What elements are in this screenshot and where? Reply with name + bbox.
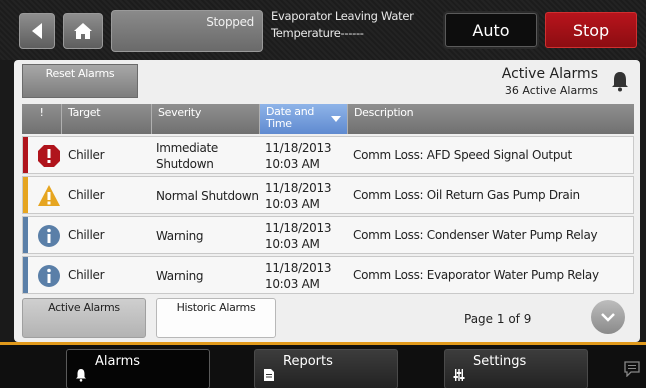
- severity-stripe: [23, 137, 28, 173]
- nav-alarms-label: Alarms: [95, 354, 141, 369]
- row-date: 11/18/2013: [265, 261, 332, 275]
- home-button[interactable]: [63, 13, 103, 49]
- row-description: Comm Loss: Condenser Water Pump Relay: [353, 228, 598, 242]
- table-row[interactable]: Chiller Immediate Shutdown 11/18/2013 10:…: [22, 136, 634, 174]
- tab-historic-alarms[interactable]: Historic Alarms: [156, 298, 276, 338]
- document-icon: [264, 369, 274, 381]
- top-bar: Stopped Evaporator Leaving Water Tempera…: [0, 0, 646, 60]
- row-time: 10:03 AM: [265, 197, 320, 211]
- column-header-flag[interactable]: !: [22, 104, 62, 134]
- info-icon: [38, 225, 60, 247]
- row-severity: Normal Shutdown: [156, 189, 259, 203]
- alarms-panel: Reset Alarms Active Alarms 36 Active Ala…: [14, 60, 640, 342]
- evaporator-temperature-readout: Evaporator Leaving Water Temperature----…: [271, 8, 431, 42]
- page-title: Active Alarms: [501, 66, 598, 82]
- bell-icon: [76, 369, 86, 382]
- row-date: 11/18/2013: [265, 141, 332, 155]
- row-datetime: 11/18/2013 10:03 AM: [265, 260, 331, 292]
- status-display: Stopped: [111, 10, 263, 52]
- table-row[interactable]: Chiller Warning 11/18/2013 10:03 AM Comm …: [22, 256, 634, 294]
- table-header: ! Target Severity Date and Time Descript…: [22, 104, 634, 134]
- column-header-severity[interactable]: Severity: [152, 104, 260, 134]
- back-arrow-icon: [32, 23, 42, 39]
- row-datetime: 11/18/2013 10:03 AM: [265, 140, 331, 172]
- auto-button[interactable]: Auto: [445, 13, 537, 47]
- row-severity: Warning: [156, 229, 204, 243]
- table-row[interactable]: Chiller Normal Shutdown 11/18/2013 10:03 …: [22, 176, 634, 214]
- row-time: 10:03 AM: [265, 277, 320, 291]
- severity-stripe: [23, 217, 28, 253]
- back-button[interactable]: [19, 13, 55, 49]
- row-severity: Immediate Shutdown: [156, 141, 218, 171]
- column-header-date[interactable]: Date and Time: [260, 104, 348, 134]
- evap-label-line2: Temperature------: [271, 26, 364, 40]
- evap-label-line1: Evaporator Leaving Water: [271, 9, 414, 23]
- row-time: 10:03 AM: [265, 157, 320, 171]
- row-target: Chiller: [68, 268, 105, 282]
- row-description: Comm Loss: Evaporator Water Pump Relay: [353, 268, 599, 282]
- bottom-nav: Alarms Reports Settings: [0, 342, 646, 388]
- page-down-button[interactable]: [591, 300, 625, 334]
- row-target: Chiller: [68, 148, 105, 162]
- error-icon: [38, 145, 60, 167]
- home-icon: [74, 23, 92, 39]
- row-target: Chiller: [68, 188, 105, 202]
- row-time: 10:03 AM: [265, 237, 320, 251]
- sort-descending-icon: [331, 116, 341, 122]
- warning-triangle-icon: [38, 185, 60, 206]
- severity-stripe: [23, 257, 28, 293]
- tab-active-alarms[interactable]: Active Alarms: [22, 298, 146, 338]
- severity-stripe: [23, 177, 28, 213]
- bell-icon: [612, 72, 628, 92]
- row-date: 11/18/2013: [265, 181, 332, 195]
- table-row[interactable]: Chiller Warning 11/18/2013 10:03 AM Comm …: [22, 216, 634, 254]
- sliders-icon: [453, 369, 465, 381]
- stop-button[interactable]: Stop: [545, 12, 637, 48]
- row-severity: Warning: [156, 269, 204, 283]
- row-date: 11/18/2013: [265, 221, 332, 235]
- row-target: Chiller: [68, 228, 105, 242]
- status-text: Stopped: [206, 15, 254, 29]
- nav-alarms[interactable]: Alarms: [66, 349, 210, 388]
- row-description: Comm Loss: AFD Speed Signal Output: [353, 148, 572, 162]
- column-header-date-label: Date and Time: [266, 105, 315, 130]
- column-header-description[interactable]: Description: [348, 104, 634, 134]
- info-icon: [38, 265, 60, 287]
- page-indicator: Page 1 of 9: [464, 312, 532, 326]
- stop-label: Stop: [572, 20, 610, 40]
- column-header-target[interactable]: Target: [62, 104, 152, 134]
- active-alarms-header: Active Alarms 36 Active Alarms: [502, 66, 598, 97]
- alarm-count: 36 Active Alarms: [504, 84, 598, 97]
- auto-label: Auto: [472, 20, 510, 40]
- row-description: Comm Loss: Oil Return Gas Pump Drain: [353, 188, 580, 202]
- nav-reports[interactable]: Reports: [254, 349, 398, 388]
- nav-reports-label: Reports: [283, 354, 333, 369]
- chat-icon[interactable]: [623, 361, 641, 377]
- nav-settings-label: Settings: [473, 354, 527, 369]
- row-datetime: 11/18/2013 10:03 AM: [265, 220, 331, 252]
- nav-settings[interactable]: Settings: [444, 349, 588, 388]
- chevron-down-icon: [601, 313, 615, 322]
- reset-alarms-button[interactable]: Reset Alarms: [22, 64, 138, 98]
- row-datetime: 11/18/2013 10:03 AM: [265, 180, 331, 212]
